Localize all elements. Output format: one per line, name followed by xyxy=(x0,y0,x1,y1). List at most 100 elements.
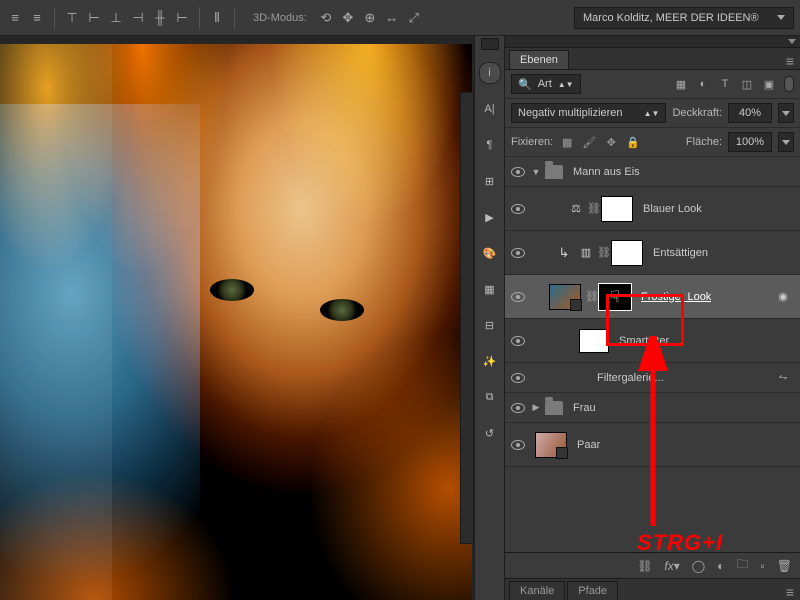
move-icon[interactable]: ⊕ xyxy=(361,9,379,27)
filter-smart-icon[interactable]: ▣ xyxy=(762,77,776,91)
scale-icon[interactable]: ⤢ xyxy=(405,9,423,27)
filter-toggle-icon[interactable] xyxy=(784,76,794,92)
actions-panel-icon[interactable]: ▶ xyxy=(479,206,501,228)
layer-frostiger-look[interactable]: ⛓ ☟ Frostiger Look ◉ xyxy=(505,275,800,319)
chevron-down-icon xyxy=(777,15,785,20)
mask-thumbnail[interactable] xyxy=(611,240,643,266)
align-hcenter-icon[interactable]: ╫ xyxy=(151,9,169,27)
lock-all-icon[interactable]: 🔒 xyxy=(625,134,641,150)
slide-icon[interactable]: ↔ xyxy=(383,9,401,27)
visibility-toggle[interactable] xyxy=(505,292,531,302)
visibility-toggle[interactable] xyxy=(505,336,531,346)
tab-layers[interactable]: Ebenen xyxy=(509,50,569,69)
layers-list: ▼ Mann aus Eis ⛓ Blauer Look ↳ ▥ ⛓ Entsä… xyxy=(505,157,800,552)
lock-pixels-icon[interactable]: 🖌 xyxy=(581,134,597,150)
tab-paths[interactable]: Pfade xyxy=(567,581,618,600)
color-balance-icon xyxy=(567,200,585,218)
lock-position-icon[interactable]: ✥ xyxy=(603,134,619,150)
layer-blauer-look[interactable]: ⛓ Blauer Look xyxy=(505,187,800,231)
align-icon[interactable]: ≡ xyxy=(6,9,24,27)
align-top-icon[interactable]: ⊤ xyxy=(63,9,81,27)
opacity-value[interactable]: 40% xyxy=(728,103,772,123)
layer-smartfilter[interactable]: Smartfilter xyxy=(505,319,800,363)
styles-panel-icon[interactable]: ▦ xyxy=(479,278,501,300)
link-mask-icon[interactable]: ⛓ xyxy=(585,290,595,303)
hue-sat-icon: ▥ xyxy=(577,244,595,262)
info-panel-icon[interactable]: i xyxy=(479,62,501,84)
opacity-label: Deckkraft: xyxy=(672,107,722,119)
fill-label: Fläche: xyxy=(686,136,722,148)
layer-fx-icon[interactable]: fx▾ xyxy=(664,559,679,573)
link-mask-icon[interactable]: ⛓ xyxy=(597,246,607,259)
filter-settings-icon[interactable]: ⥊ xyxy=(774,369,792,387)
opacity-flyout[interactable] xyxy=(778,103,794,123)
distribute-icon[interactable]: ⫴ xyxy=(208,9,226,27)
filter-pixel-icon[interactable]: ▦ xyxy=(674,77,688,91)
layer-group-mann-aus-eis[interactable]: ▼ Mann aus Eis xyxy=(505,157,800,187)
link-layers-icon[interactable]: ⛓ xyxy=(637,559,652,573)
align-icon[interactable]: ≡ xyxy=(28,9,46,27)
visibility-toggle[interactable] xyxy=(505,373,531,383)
paragraph-panel-icon[interactable]: ¶ xyxy=(479,134,501,156)
document-canvas[interactable] xyxy=(0,36,474,600)
add-mask-icon[interactable]: ◯ xyxy=(692,559,705,573)
fill-flyout[interactable] xyxy=(778,132,794,152)
folder-icon xyxy=(545,401,563,415)
tab-channels[interactable]: Kanäle xyxy=(509,581,565,600)
history-panel-icon[interactable]: ↺ xyxy=(479,422,501,444)
new-layer-icon[interactable]: ▫ xyxy=(761,559,765,573)
filter-mask-thumbnail[interactable] xyxy=(579,329,609,353)
visibility-toggle[interactable] xyxy=(505,403,531,413)
disclosure-icon[interactable]: ▼ xyxy=(531,167,541,177)
folder-icon xyxy=(545,165,563,179)
visibility-toggle[interactable] xyxy=(505,248,531,258)
lock-transparent-icon[interactable]: ▩ xyxy=(559,134,575,150)
align-left-icon[interactable]: ⊣ xyxy=(129,9,147,27)
smart-filter-badge-icon: ◉ xyxy=(774,288,792,306)
link-mask-icon[interactable]: ⛓ xyxy=(587,202,597,215)
layer-paar[interactable]: Paar xyxy=(505,423,800,467)
character-panel-icon[interactable]: A| xyxy=(479,98,501,120)
filter-adjust-icon[interactable]: ◐ xyxy=(696,77,710,91)
align-vcenter-icon[interactable]: ⊢ xyxy=(85,9,103,27)
mode-3d-label: 3D-Modus: xyxy=(253,12,307,24)
workspace-switcher[interactable]: Marco Kolditz, MEER DER IDEEN® xyxy=(574,7,794,29)
collapsed-panel-dock: i A| ¶ ⊞ ▶ 🎨 ▦ ⊟ ✨ ⧉ ↺ xyxy=(474,36,504,600)
pan-icon[interactable]: ✥ xyxy=(339,9,357,27)
search-icon: 🔍 xyxy=(518,78,532,91)
layer-entsaettigen[interactable]: ↳ ▥ ⛓ Entsättigen xyxy=(505,231,800,275)
color-panel-icon[interactable]: 🎨 xyxy=(479,242,501,264)
new-fill-adjust-icon[interactable]: ◐ xyxy=(717,559,724,573)
layer-thumbnail[interactable] xyxy=(535,432,567,458)
clip-indicator-icon: ↳ xyxy=(555,244,573,262)
blend-mode-dropdown[interactable]: Negativ multiplizieren ▲▼ xyxy=(511,103,666,123)
clone-panel-icon[interactable]: ⧉ xyxy=(479,386,501,408)
layer-filtergalerie[interactable]: Filtergalerie... ⥊ xyxy=(505,363,800,393)
fill-value[interactable]: 100% xyxy=(728,132,772,152)
mask-thumbnail[interactable]: ☟ xyxy=(599,284,631,310)
workspace-label: Marco Kolditz, MEER DER IDEEN® xyxy=(583,12,759,24)
disclosure-icon[interactable]: ▶ xyxy=(531,402,541,413)
layer-group-frau[interactable]: ▶ Frau xyxy=(505,393,800,423)
new-group-icon[interactable]: 🗀 xyxy=(736,555,748,576)
swatches-panel-icon[interactable]: ⊞ xyxy=(479,170,501,192)
panel-menu-icon[interactable]: ≡ xyxy=(786,584,794,600)
visibility-toggle[interactable] xyxy=(505,440,531,450)
layer-thumbnail[interactable] xyxy=(549,284,581,310)
align-bottom-icon[interactable]: ⊥ xyxy=(107,9,125,27)
layer-filter-kind[interactable]: 🔍 Art ▲▼ xyxy=(511,74,581,94)
adjust-panel-icon[interactable]: ✨ xyxy=(479,350,501,372)
canvas-scrollbar[interactable] xyxy=(460,92,474,543)
visibility-toggle[interactable] xyxy=(505,204,531,214)
filter-type-icon[interactable]: T xyxy=(718,77,732,91)
annotation-text: STRG+I xyxy=(637,530,723,556)
panel-menu-icon[interactable]: ≡ xyxy=(786,53,794,69)
mask-thumbnail[interactable] xyxy=(601,196,633,222)
filter-shape-icon[interactable]: ◫ xyxy=(740,77,754,91)
orbit-icon[interactable]: ⟲ xyxy=(317,9,335,27)
delete-layer-icon[interactable]: 🗑 xyxy=(777,559,792,573)
visibility-toggle[interactable] xyxy=(505,167,531,177)
brush-panel-icon[interactable]: ⊟ xyxy=(479,314,501,336)
align-right-icon[interactable]: ⊢ xyxy=(173,9,191,27)
lock-label: Fixieren: xyxy=(511,136,553,148)
